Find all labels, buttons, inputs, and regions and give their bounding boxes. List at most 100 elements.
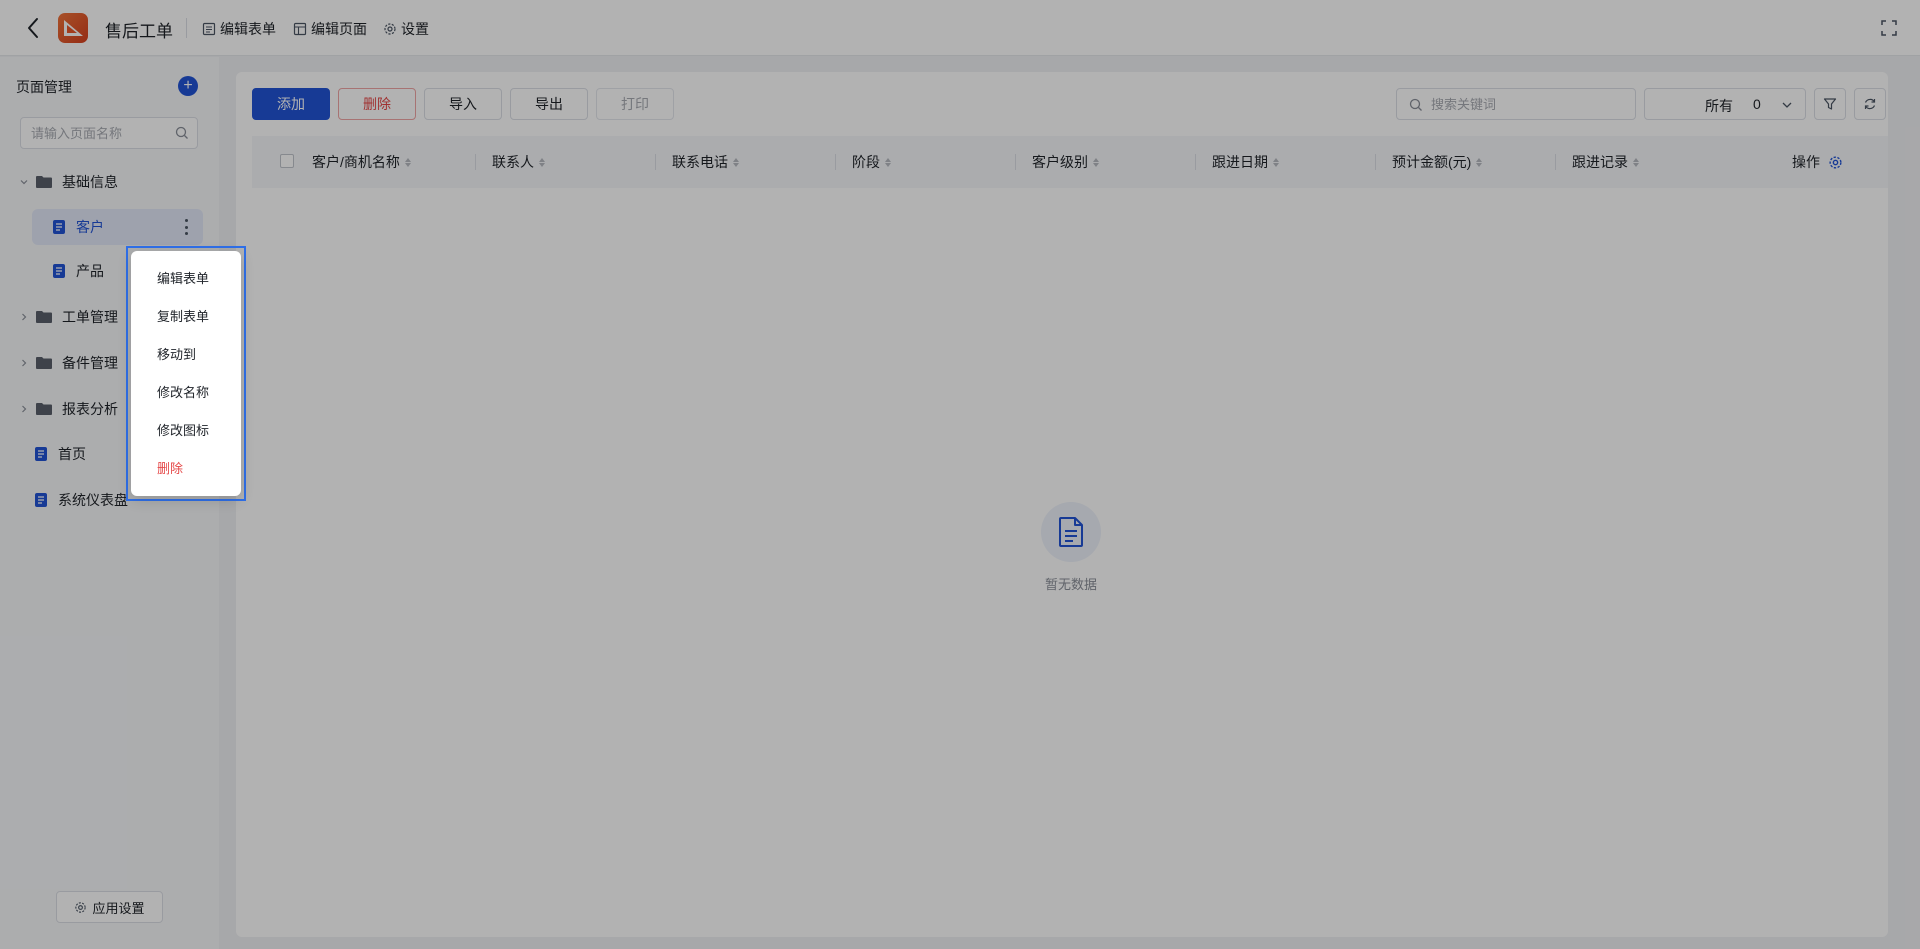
export-button[interactable]: 导出 [510, 88, 588, 120]
empty-text: 暂无数据 [1044, 577, 1097, 592]
document-icon [35, 493, 47, 507]
app-logo [58, 13, 88, 43]
add-page-button[interactable]: + [178, 76, 198, 96]
column-header-stage[interactable]: 阶段 [852, 136, 891, 188]
tree-label: 系统仪表盘 [58, 492, 128, 508]
folder-icon [36, 176, 52, 188]
more-vertical-icon[interactable] [184, 219, 188, 235]
column-label: 跟进记录 [1572, 154, 1628, 170]
form-icon [202, 22, 216, 36]
plus-icon: + [183, 77, 193, 94]
empty-state: 暂无数据 [1040, 502, 1102, 593]
column-header-follow-record[interactable]: 跟进记录 [1572, 136, 1639, 188]
gear-icon [384, 23, 396, 35]
column-label: 跟进日期 [1212, 154, 1268, 170]
sort-icon[interactable] [1476, 157, 1483, 167]
fullscreen-icon[interactable] [1880, 19, 1898, 37]
select-all-checkbox[interactable] [280, 154, 294, 168]
sort-icon[interactable] [733, 157, 739, 167]
gear-icon[interactable] [1828, 155, 1843, 170]
sidebar-title: 页面管理 [16, 79, 72, 95]
sort-icon[interactable] [539, 157, 545, 167]
page-search-input[interactable] [20, 117, 198, 149]
search-icon [1409, 98, 1422, 111]
tree-label: 备件管理 [62, 355, 118, 371]
folder-icon [36, 311, 52, 323]
app-settings-label: 应用设置 [92, 900, 145, 916]
scope-value: 所有 [1705, 98, 1733, 114]
tree-label: 报表分析 [62, 401, 118, 417]
tree-label: 基础信息 [62, 174, 118, 190]
column-label: 客户/商机名称 [312, 154, 400, 170]
column-header-name[interactable]: 客户/商机名称 [312, 136, 411, 188]
menu-item-copy-form[interactable]: 复制表单 [157, 306, 209, 325]
chevron-down-icon [18, 176, 30, 188]
menu-item-edit-form[interactable]: 编辑表单 [157, 268, 209, 287]
column-label: 客户级别 [1032, 154, 1088, 170]
keyword-search[interactable] [1396, 88, 1636, 120]
column-divider [1375, 154, 1376, 170]
settings-label: 设置 [401, 21, 429, 37]
column-divider [1195, 154, 1196, 170]
tree-label: 首页 [58, 446, 86, 462]
tree-folder-basic-info[interactable]: 基础信息 [0, 164, 219, 200]
sort-icon[interactable] [1633, 157, 1639, 167]
print-button[interactable]: 打印 [596, 88, 674, 120]
edit-page-label: 编辑页面 [311, 21, 367, 37]
tree-label: 客户 [76, 219, 104, 235]
folder-icon [36, 357, 52, 369]
sort-icon[interactable] [885, 157, 891, 167]
menu-item-rename[interactable]: 修改名称 [157, 382, 209, 401]
sidebar: 页面管理 + 基础信息 客户 产品 工单管理 备件管理 报表分析 首页 [0, 57, 219, 949]
refresh-icon [1864, 98, 1876, 110]
document-icon [53, 264, 65, 278]
sort-icon[interactable] [1093, 157, 1099, 167]
sort-icon[interactable] [404, 157, 411, 167]
context-menu: 编辑表单 复制表单 移动到 修改名称 修改图标 删除 [131, 251, 241, 496]
search-icon [175, 126, 188, 139]
column-label: 预计金额(元) [1392, 154, 1472, 170]
app-title: 售后工单 [105, 22, 173, 41]
column-header-actions: 操作 [1792, 136, 1843, 188]
edit-page-button[interactable]: 编辑页面 [293, 19, 367, 39]
back-icon[interactable] [20, 15, 46, 41]
menu-item-change-icon[interactable]: 修改图标 [157, 420, 209, 439]
add-button[interactable]: 添加 [252, 88, 330, 120]
delete-button[interactable]: 删除 [338, 88, 416, 120]
column-header-follow-date[interactable]: 跟进日期 [1212, 136, 1279, 188]
menu-item-move-to[interactable]: 移动到 [157, 344, 196, 363]
layout-icon [293, 22, 307, 36]
main-panel: 添加 删除 导入 导出 打印 所有 0 客户/商机名称 联系人 联系电话 阶段 … [236, 72, 1888, 937]
gear-icon [75, 901, 87, 913]
scope-filter-select[interactable]: 所有 0 [1644, 88, 1806, 120]
top-bar: 售后工单 编辑表单 编辑页面 设置 [0, 0, 1920, 56]
tree-label: 工单管理 [62, 309, 118, 325]
settings-button[interactable]: 设置 [383, 19, 429, 39]
column-divider [835, 154, 836, 170]
column-label: 联系电话 [672, 154, 728, 170]
refresh-button[interactable] [1854, 88, 1886, 120]
chevron-right-icon [18, 311, 30, 323]
edit-form-button[interactable]: 编辑表单 [202, 19, 276, 39]
chevron-down-icon [1782, 102, 1792, 108]
column-header-level[interactable]: 客户级别 [1032, 136, 1099, 188]
menu-item-delete[interactable]: 删除 [157, 458, 183, 477]
edit-form-label: 编辑表单 [220, 21, 276, 37]
chevron-right-icon [18, 357, 30, 369]
document-icon [53, 220, 65, 234]
filter-button[interactable] [1814, 88, 1846, 120]
import-button[interactable]: 导入 [424, 88, 502, 120]
sort-icon[interactable] [1273, 157, 1279, 167]
column-header-phone[interactable]: 联系电话 [672, 136, 739, 188]
app-settings-button[interactable]: 应用设置 [56, 891, 163, 923]
divider [186, 18, 187, 38]
column-divider [475, 154, 476, 170]
column-label: 联系人 [492, 154, 534, 170]
tree-label: 产品 [76, 263, 104, 279]
chevron-right-icon [18, 403, 30, 415]
table-header: 客户/商机名称 联系人 联系电话 阶段 客户级别 跟进日期 预计金额(元) 跟进… [252, 136, 1888, 188]
scope-count: 0 [1753, 96, 1761, 112]
column-header-amount[interactable]: 预计金额(元) [1392, 136, 1483, 188]
keyword-search-input[interactable] [1431, 89, 1627, 119]
column-header-contact[interactable]: 联系人 [492, 136, 545, 188]
